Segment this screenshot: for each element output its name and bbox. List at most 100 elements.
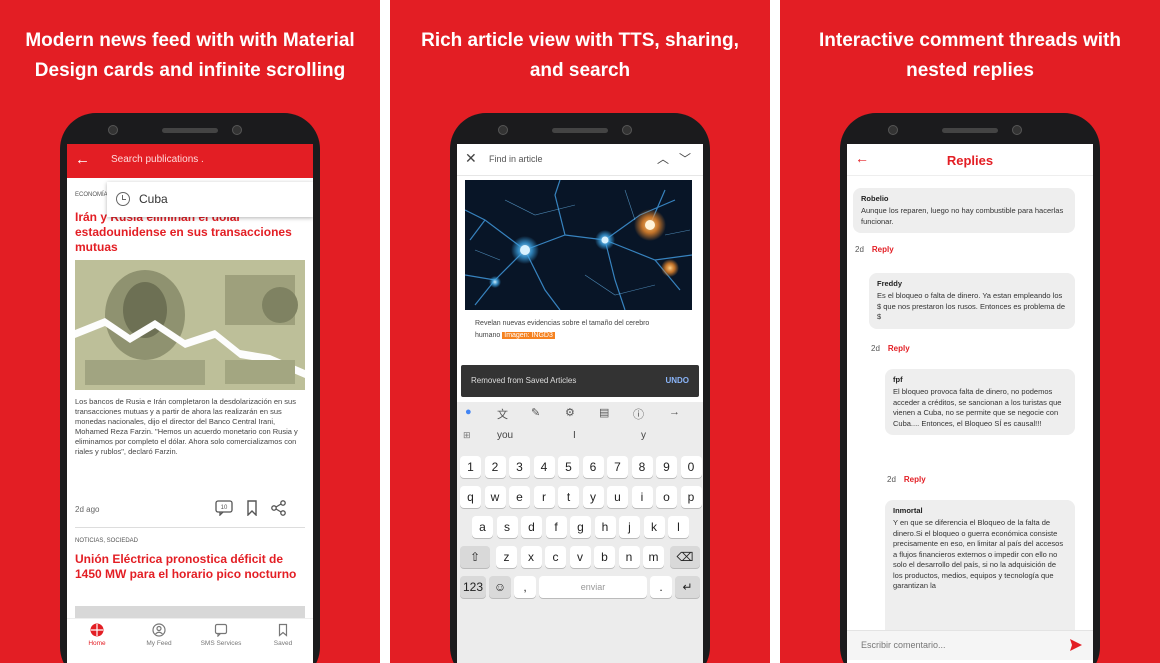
nav-label: Home	[88, 640, 106, 647]
chevron-up-icon[interactable]: ︿	[657, 150, 669, 167]
article-category: NOTICIAS, SOCIEDAD	[75, 538, 139, 544]
enter-icon[interactable]: ↵	[675, 576, 700, 598]
key[interactable]: t	[558, 486, 579, 508]
article-image[interactable]	[465, 180, 692, 310]
google-icon[interactable]: ●	[465, 406, 472, 418]
key[interactable]: a	[472, 516, 493, 538]
key[interactable]: 5	[558, 456, 579, 478]
key[interactable]: 8	[631, 456, 653, 478]
find-bar: ✕ Find in article ︿ ﹀	[457, 144, 703, 176]
camera	[888, 125, 898, 135]
key[interactable]: z	[496, 546, 517, 568]
key[interactable]: d	[521, 516, 542, 538]
bookmark-icon[interactable]	[243, 500, 261, 516]
find-input[interactable]: Find in article	[489, 154, 543, 164]
shift-icon[interactable]: ⇧	[460, 546, 490, 568]
comment-meta: 2d Reply	[871, 344, 910, 353]
key[interactable]: q	[460, 486, 481, 508]
camera	[108, 125, 118, 135]
caption-line: nested replies	[906, 60, 1034, 81]
key[interactable]: 9	[656, 456, 677, 478]
info-icon[interactable]: ⓘ	[633, 406, 644, 422]
key[interactable]: m	[643, 546, 664, 568]
close-icon[interactable]: ✕	[465, 150, 477, 167]
screen-feed: ← Search publications . ECONOMÍA Irán y …	[67, 144, 313, 663]
sms-icon	[214, 623, 228, 637]
key[interactable]: j	[619, 516, 640, 538]
key[interactable]: y	[582, 486, 604, 508]
caption: Rich article view with TTS, sharing, and…	[390, 26, 770, 86]
key[interactable]: b	[594, 546, 615, 568]
reply-button[interactable]: Reply	[888, 344, 910, 353]
key[interactable]: l	[668, 516, 689, 538]
search-history-item[interactable]: Cuba	[107, 182, 313, 217]
nav-my-feed[interactable]: My Feed	[129, 623, 189, 647]
key[interactable]: i	[631, 486, 653, 508]
speaker	[942, 128, 998, 133]
clipboard-icon[interactable]: ▤	[599, 406, 609, 419]
nav-sms-services[interactable]: SMS Services	[191, 623, 251, 647]
comment-meta: 2d Reply	[887, 475, 926, 484]
key[interactable]: h	[594, 516, 616, 538]
key[interactable]: c	[545, 546, 566, 568]
numbers-key[interactable]: 123	[460, 576, 486, 598]
gear-icon[interactable]: ⚙	[565, 406, 575, 419]
key[interactable]: e	[509, 486, 530, 508]
key[interactable]: 4	[533, 456, 555, 478]
suggestion[interactable]: I	[573, 430, 576, 441]
article-title[interactable]: Unión Eléctrica pronostica déficit de 14…	[75, 552, 300, 582]
period-key[interactable]: .	[650, 576, 672, 598]
key[interactable]: k	[643, 516, 665, 538]
suggestion[interactable]: y	[641, 430, 646, 441]
comment-time: 2d	[871, 344, 880, 353]
key[interactable]: p	[680, 486, 702, 508]
undo-button[interactable]: UNDO	[665, 376, 689, 385]
key[interactable]: s	[496, 516, 518, 538]
space-key[interactable]: enviar	[539, 576, 647, 598]
key[interactable]: 3	[509, 456, 530, 478]
svg-text:10: 10	[221, 505, 228, 511]
key[interactable]: 1	[460, 456, 481, 478]
key[interactable]: 0	[680, 456, 702, 478]
key[interactable]: f	[545, 516, 567, 538]
key[interactable]: v	[569, 546, 591, 568]
suggestion[interactable]: you	[497, 430, 513, 441]
share-icon[interactable]	[270, 500, 288, 516]
handwriting-icon[interactable]: ✎	[531, 406, 540, 419]
nav-saved[interactable]: Saved	[253, 623, 313, 647]
nav-label: SMS Services	[200, 640, 242, 647]
chevron-down-icon[interactable]: ﹀	[679, 150, 691, 167]
back-arrow-icon[interactable]: ←	[75, 152, 90, 168]
key[interactable]: u	[607, 486, 628, 508]
translate-icon[interactable]: 文	[497, 406, 508, 422]
backspace-icon[interactable]: ⌫	[670, 546, 700, 568]
grid-icon[interactable]: ⊞	[463, 430, 471, 441]
key[interactable]: n	[618, 546, 640, 568]
keyboard: ● 文 ✎ ⚙ ▤ ⓘ → ⊞ you I y 1234567890qwerty…	[457, 402, 703, 663]
key[interactable]: 6	[582, 456, 604, 478]
caption-line: Interactive comment threads with	[819, 30, 1121, 51]
comma-key[interactable]: ,	[514, 576, 536, 598]
replies-header: ← Replies	[847, 144, 1093, 176]
send-icon[interactable]	[1069, 638, 1083, 652]
suggestion-strip: ⊞ you I y	[457, 430, 703, 448]
comment-icon[interactable]: 10	[215, 500, 233, 516]
key[interactable]: r	[533, 486, 555, 508]
key[interactable]: x	[520, 546, 542, 568]
key[interactable]: 7	[607, 456, 628, 478]
reply-button[interactable]: Reply	[872, 245, 894, 254]
comment-input[interactable]: Escribir comentario...	[861, 640, 946, 650]
search-input[interactable]: Search publications .	[111, 154, 204, 165]
key[interactable]: o	[656, 486, 677, 508]
comment-meta: 2d Reply	[855, 245, 894, 254]
nav-home[interactable]: Home	[67, 623, 127, 647]
reply-button[interactable]: Reply	[904, 475, 926, 484]
more-icon[interactable]: →	[669, 406, 680, 418]
key[interactable]: w	[484, 486, 506, 508]
article-image[interactable]	[75, 260, 305, 390]
comment-author: Freddy	[877, 279, 903, 288]
key[interactable]: g	[570, 516, 591, 538]
emoji-icon[interactable]: ☺	[489, 576, 511, 598]
key[interactable]: 2	[484, 456, 506, 478]
search-bar: ← Search publications .	[67, 144, 313, 178]
